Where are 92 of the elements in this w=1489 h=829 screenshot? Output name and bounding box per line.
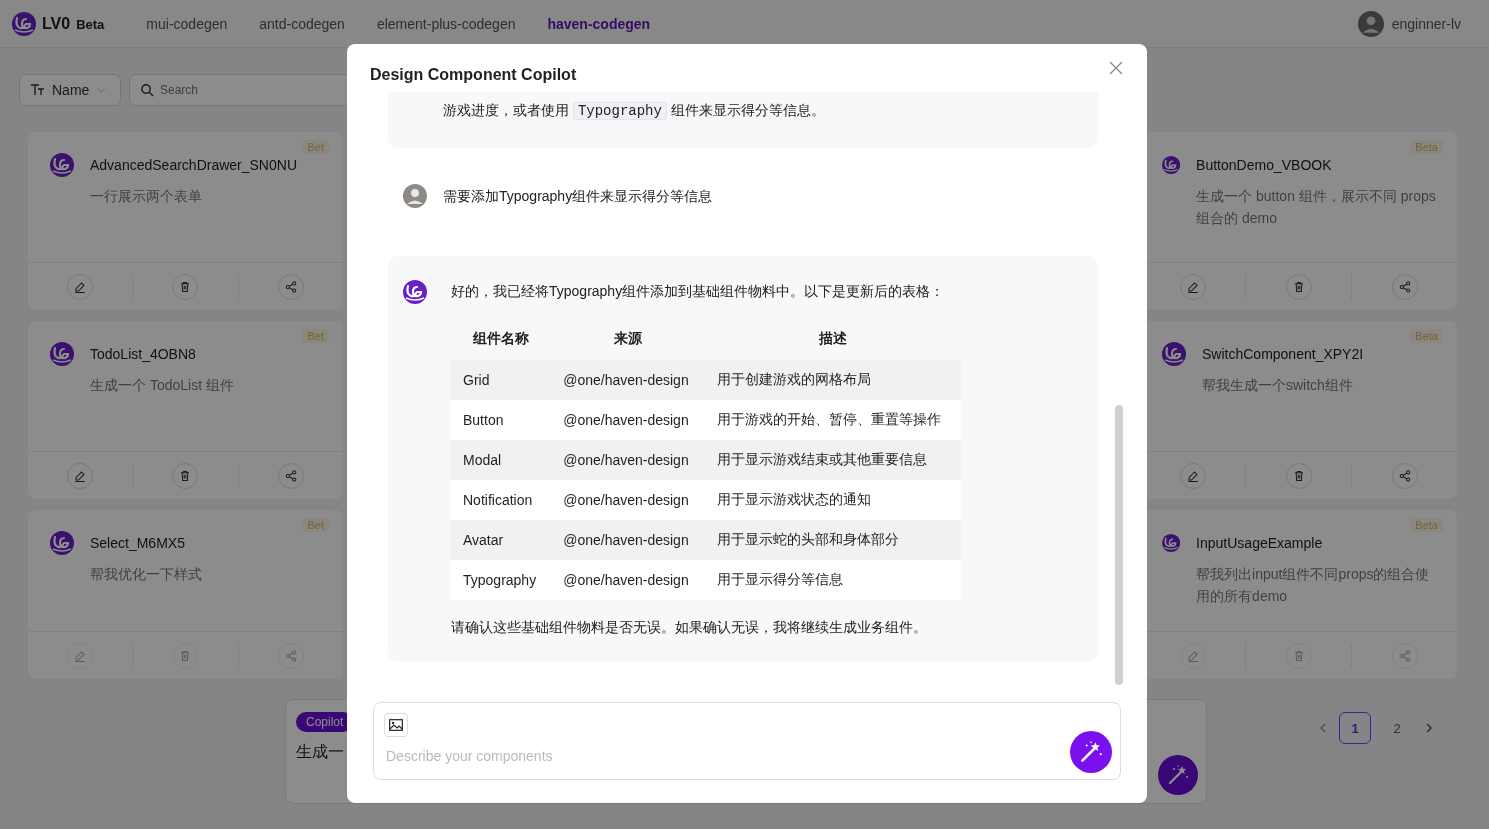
logo-icon: [403, 280, 427, 304]
close-icon: [1109, 61, 1123, 75]
chevron-right-icon[interactable]: [1423, 722, 1435, 734]
message-text: 需要添加Typography组件来显示得分等信息: [443, 187, 713, 206]
image-upload-button[interactable]: [384, 713, 408, 737]
table-cell: 用于显示蛇的头部和身体部分: [705, 520, 961, 560]
nav-link[interactable]: haven-codegen: [547, 15, 651, 32]
table-cell: @one/haven-design: [551, 520, 706, 560]
user-avatar-icon[interactable]: [1357, 10, 1384, 37]
share-button[interactable]: [1391, 273, 1418, 300]
delete-button[interactable]: [172, 462, 199, 489]
edit-button[interactable]: [67, 273, 94, 300]
card-title: SwitchComponent_XPY2I: [1202, 346, 1364, 362]
delete-button[interactable]: [1285, 462, 1312, 489]
card-description: 帮我列出input组件不同props的组合使用的所有demo: [1196, 565, 1431, 606]
logo-icon: [12, 11, 36, 36]
delete-button[interactable]: [1285, 273, 1312, 300]
card-description: 一行展示两个表单: [90, 187, 203, 206]
edit-button[interactable]: [67, 462, 94, 489]
beta-badge: Beta: [1410, 140, 1443, 154]
logo-icon: [50, 342, 74, 366]
table-cell: 用于显示游戏结束或其他重要信息: [705, 440, 961, 480]
prompt-field[interactable]: Describe your components: [384, 747, 988, 765]
edit-button[interactable]: [1179, 462, 1206, 489]
beta-badge: Bet: [302, 329, 329, 343]
message-text: 游戏进度，或者使用 Typography 组件来显示得分等信息。: [443, 101, 825, 122]
logo-icon: [1162, 531, 1181, 555]
nav-link[interactable]: antd-codegen: [259, 15, 345, 32]
brand-tag: Beta: [76, 17, 105, 32]
text-type-icon: [30, 83, 46, 97]
chevron-left-icon[interactable]: [1317, 722, 1329, 734]
card-title: Select_M6MX5: [90, 535, 186, 551]
card-description: 生成一个 TodoList 组件: [90, 376, 234, 395]
table-cell: 用于创建游戏的网格布局: [705, 360, 961, 400]
table-cell: Grid: [451, 360, 552, 400]
beta-badge: Beta: [1410, 518, 1443, 532]
nav-link[interactable]: element-plus-codegen: [376, 15, 516, 32]
table-cell: 用于显示游戏状态的通知: [705, 480, 961, 520]
delete-button[interactable]: [172, 273, 199, 300]
generate-button[interactable]: [1070, 731, 1112, 773]
logo-icon: [50, 153, 74, 177]
table-cell: @one/haven-design: [551, 480, 706, 520]
share-button[interactable]: [277, 273, 304, 300]
table-cell: @one/haven-design: [551, 560, 706, 600]
card-description: 帮我优化一下样式: [90, 565, 202, 584]
column-header: 来源: [551, 318, 706, 360]
close-button[interactable]: [1108, 61, 1124, 77]
card-description: 生成一个 button 组件，展示不同 props 组合的 demo: [1196, 187, 1437, 228]
copilot-text: 生成一: [296, 742, 344, 762]
table-cell: Button: [451, 400, 552, 440]
image-icon: [389, 719, 403, 731]
logo-icon: [50, 531, 74, 555]
card-description: 帮我生成一个switch组件: [1202, 376, 1354, 395]
table-cell: 用于游戏的开始、暂停、重置等操作: [705, 400, 961, 440]
user-avatar-icon: [403, 184, 427, 208]
card-title: TodoList_4OBN8: [90, 346, 197, 362]
beta-badge: Bet: [302, 518, 329, 532]
message-text: 好的，我已经将Typography组件添加到基础组件物料中。以下是更新后的表格：: [451, 282, 946, 301]
column-header: 组件名称: [451, 318, 552, 360]
card-title: AdvancedSearchDrawer_SN0NU: [90, 157, 297, 173]
component-card[interactable]: Bet AdvancedSearchDrawer_SN0NU 一行展示两个表单: [28, 132, 343, 310]
table-cell: Modal: [451, 440, 552, 480]
table-cell: Notification: [451, 480, 552, 520]
table-cell: Avatar: [451, 520, 552, 560]
table-cell: @one/haven-design: [551, 360, 706, 400]
share-button[interactable]: [1391, 462, 1418, 489]
logo-icon: [1162, 153, 1181, 177]
page-button[interactable]: 2: [1381, 712, 1413, 744]
sort-dropdown[interactable]: Name: [19, 74, 121, 106]
table-cell: @one/haven-design: [551, 440, 706, 480]
nav-link[interactable]: mui-codegen: [146, 15, 228, 32]
beta-badge: Beta: [1410, 329, 1443, 343]
search-icon: [140, 83, 154, 97]
magic-wand-icon: [1078, 739, 1104, 765]
message-text: 请确认这些基础组件物料是否无误。如果确认无误，我将继续生成业务组件。: [451, 618, 928, 637]
scrollbar[interactable]: [1115, 405, 1123, 685]
card-title: InputUsageExample: [1196, 535, 1324, 551]
page-button[interactable]: 1: [1339, 712, 1371, 744]
table-cell: 用于显示得分等信息: [705, 560, 961, 600]
logo-icon: [1162, 342, 1186, 366]
user-name[interactable]: enginner-lv: [1391, 15, 1461, 32]
modal-title: Design Component Copilot: [370, 66, 577, 84]
table-cell: @one/haven-design: [551, 400, 706, 440]
brand-name: LV0: [42, 14, 71, 33]
card-title: ButtonDemo_VBOOK: [1196, 157, 1333, 173]
edit-button[interactable]: [1179, 273, 1206, 300]
beta-badge: Bet: [302, 140, 329, 154]
magic-wand-icon: [1166, 763, 1190, 787]
column-header: 描述: [705, 318, 961, 360]
table-cell: Typography: [451, 560, 552, 600]
share-button[interactable]: [277, 462, 304, 489]
component-card[interactable]: Bet TodoList_4OBN8 生成一个 TodoList 组件: [28, 321, 343, 499]
